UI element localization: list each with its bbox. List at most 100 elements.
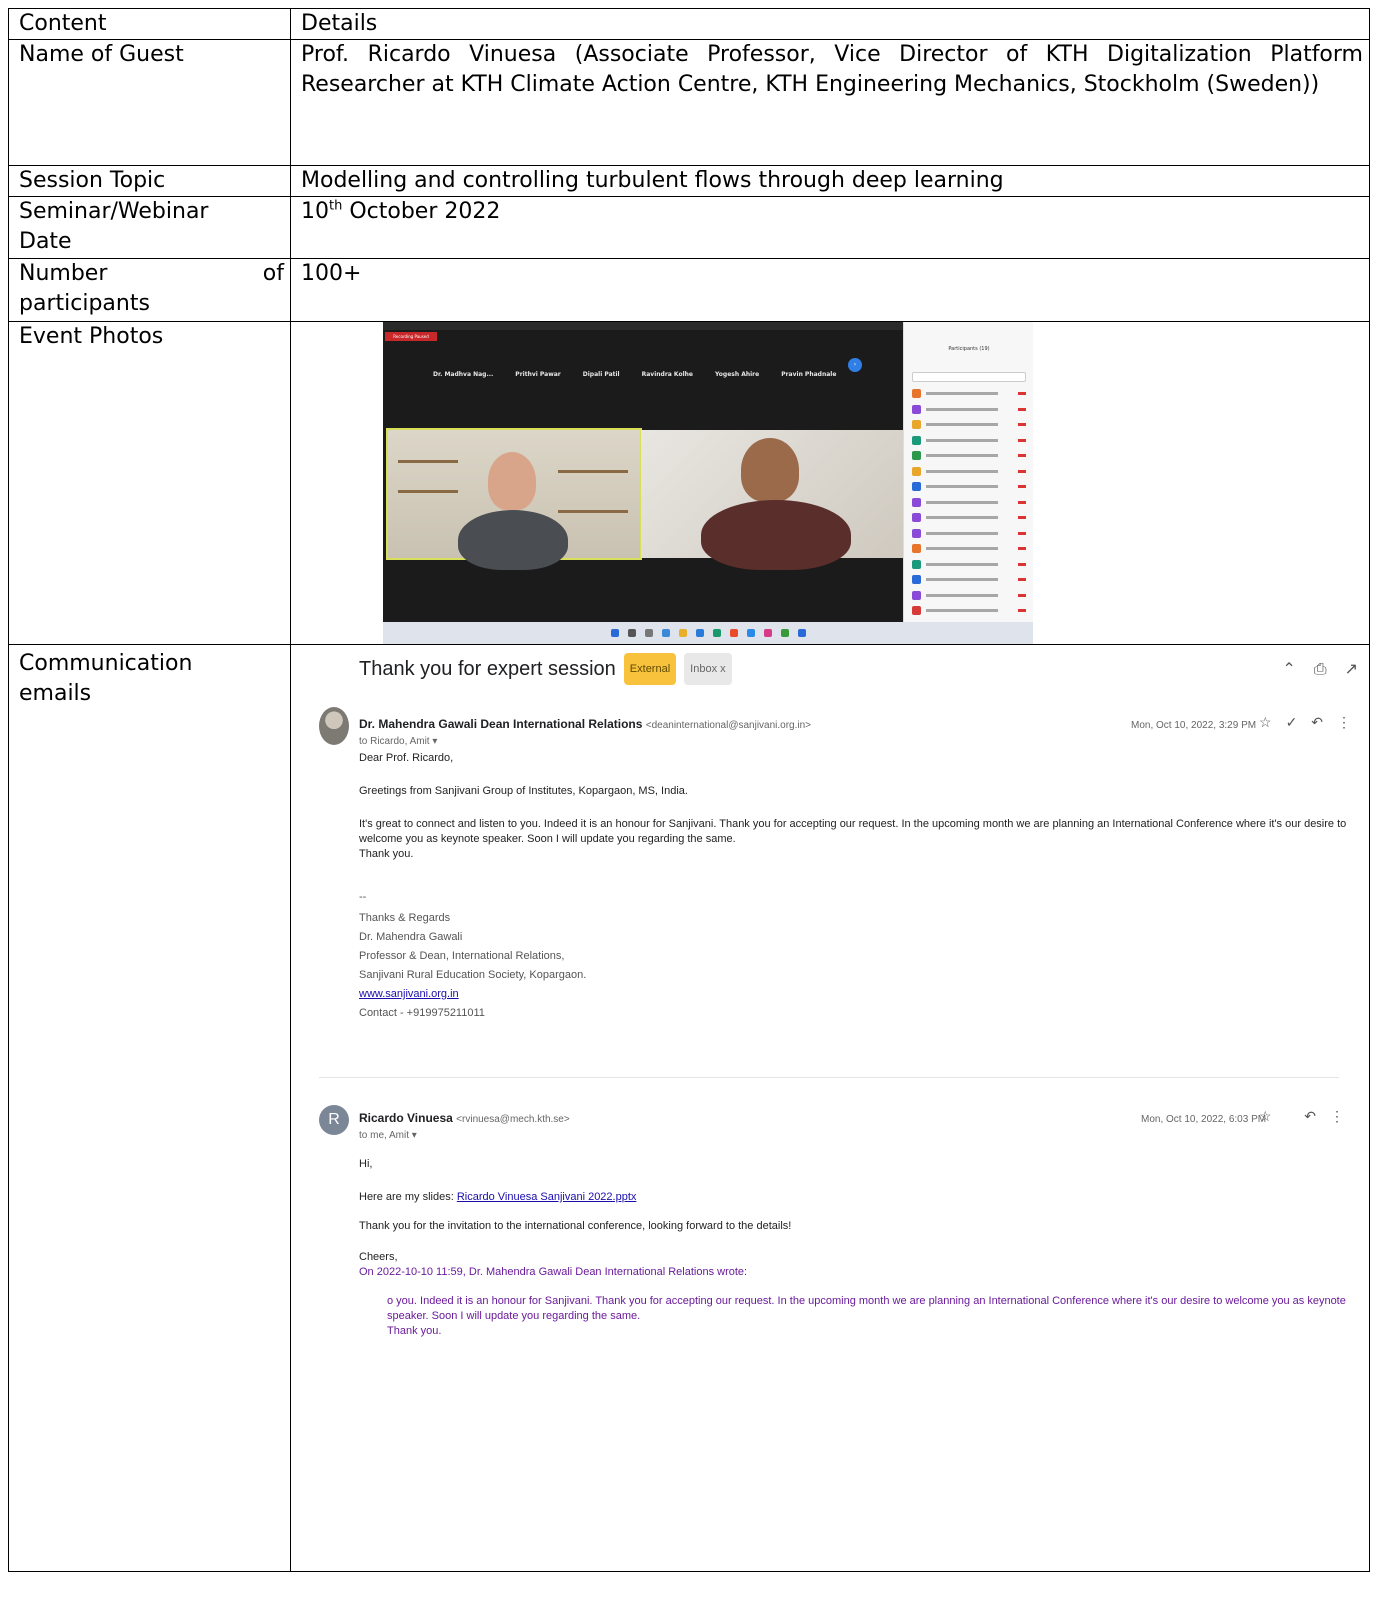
participant-name: Dipali Patil	[582, 371, 620, 378]
zoom-app-icon	[746, 629, 755, 637]
participant-name-bar	[926, 454, 998, 458]
email2-date: Mon, Oct 10, 2022, 6:03 PM	[1141, 1114, 1267, 1125]
collapse-icon[interactable]: ⌃	[1282, 655, 1295, 685]
search-icon	[627, 629, 636, 637]
participant-avatar	[912, 575, 921, 585]
participant-row	[912, 557, 1026, 573]
app-icon	[763, 629, 772, 637]
participant-name: Pravin Phadnale	[781, 371, 837, 378]
quote-header: On 2022-10-10 11:59, Dr. Mahendra Gawali…	[359, 1266, 748, 1278]
email2-cheers: Cheers,	[359, 1251, 398, 1263]
participants-panel: Participants (19)	[903, 322, 1033, 631]
participant-name-bar	[926, 500, 998, 504]
participant-name-strip: Dr. Madhva Nag... Prithvi Pawar Dipali P…	[433, 360, 873, 390]
email-divider	[319, 1077, 1339, 1078]
participant-avatar	[912, 466, 921, 476]
store-icon	[695, 629, 704, 637]
participant-name-bar	[926, 609, 998, 613]
mic-muted-icon	[1018, 485, 1026, 489]
participant-search-input[interactable]	[912, 372, 1026, 382]
star-icon[interactable]: ☆	[1259, 1101, 1272, 1131]
zoom-titlebar	[383, 322, 909, 330]
photos-label: Event Photos	[8, 321, 291, 645]
inbox-tag[interactable]: Inbox x	[684, 653, 732, 685]
more-options-icon[interactable]: ⋮	[1330, 1101, 1344, 1131]
participant-name-bar	[926, 547, 998, 551]
zoom-meeting-screenshot: Recording Paused Dr. Madhva Nag... Prith…	[383, 322, 1033, 644]
mic-muted-icon	[1018, 407, 1026, 411]
participant-avatar	[912, 590, 921, 600]
topic-value: Modelling and controlling turbulent flow…	[290, 165, 1370, 197]
reply-icon[interactable]: ↶	[1304, 1101, 1316, 1131]
quote-body: o you. Indeed it is an honour for Sanjiv…	[387, 1295, 1346, 1322]
participant-row	[912, 464, 1026, 480]
participant-name: Prithvi Pawar	[515, 371, 561, 378]
participants-label-word2: of	[262, 261, 284, 286]
participant-name-bar	[926, 407, 998, 411]
email2-to[interactable]: to me, Amit ▾	[359, 1121, 417, 1151]
participant-row	[912, 433, 1026, 449]
participants-label-line2: participants	[19, 291, 150, 316]
email2-hi: Hi,	[359, 1158, 373, 1170]
email1-sig3: Professor & Dean, International Relation…	[359, 950, 565, 962]
participant-name-bar	[926, 392, 998, 396]
participant-row	[912, 386, 1026, 402]
participant-name-bar	[926, 578, 998, 582]
shelf-graphic	[558, 510, 628, 513]
date-label-line2: Date	[19, 229, 72, 254]
email2-address: <rvinuesa@mech.kth.se>	[456, 1114, 570, 1125]
date-day: 10	[301, 199, 329, 224]
email2-slides: Here are my slides: Ricardo Vinuesa Sanj…	[359, 1190, 1359, 1205]
participant-name-bar	[926, 593, 998, 597]
start-icon	[610, 629, 619, 637]
shelf-graphic	[398, 490, 458, 493]
slides-link[interactable]: Ricardo Vinuesa Sanjivani 2022.pptx	[457, 1191, 637, 1203]
person-body	[458, 510, 568, 570]
email1-sig4: Sanjivani Rural Education Society, Kopar…	[359, 969, 587, 981]
participant-avatar	[912, 544, 921, 554]
table-row-participants: Number of participants 100+	[8, 258, 1370, 322]
star-icon[interactable]: ☆	[1259, 707, 1272, 737]
participant-avatar	[912, 482, 921, 492]
event-report-table: Content Details Name of Guest Prof. Rica…	[8, 8, 1370, 1572]
date-rest: October 2022	[342, 199, 501, 224]
participant-avatar	[912, 420, 921, 430]
mic-muted-icon	[1018, 500, 1026, 504]
email2-thanks: Thank you for the invitation to the inte…	[359, 1220, 792, 1232]
participants-panel-title: Participants (19)	[948, 346, 990, 352]
participant-avatar	[912, 404, 921, 414]
email1-contact: Contact - +919975211011	[359, 1007, 485, 1019]
print-icon[interactable]: ⎙	[1314, 655, 1327, 685]
photos-cell: Recording Paused Dr. Madhva Nag... Prith…	[290, 321, 1370, 645]
emails-cell: Thank you for expert session External In…	[290, 644, 1370, 1572]
table-row-emails: Communication emails Thank you for exper…	[8, 644, 1370, 1572]
email1-sig2: Dr. Mahendra Gawali	[359, 931, 463, 943]
website-link[interactable]: www.sanjivani.org.in	[359, 988, 459, 1000]
participant-name: Ravindra Kolhe	[641, 371, 693, 378]
reply-icon[interactable]: ↶	[1311, 707, 1323, 737]
emails-label-line2: emails	[19, 681, 92, 706]
email2-actions: ☆ · ↶ ⋮	[1259, 1101, 1344, 1131]
sender-avatar: R	[319, 1105, 349, 1135]
email-subject-bar: Thank you for expert session External In…	[359, 653, 732, 685]
participant-avatar	[912, 528, 921, 538]
participant-avatar	[912, 559, 921, 569]
email1-line3: Thank you.	[359, 848, 414, 860]
participant-name: Dr. Madhva Nag...	[433, 371, 494, 378]
participant-name: Yogesh Ahire	[714, 371, 760, 378]
participant-row	[912, 479, 1026, 495]
emails-label-line1: Communication	[19, 651, 193, 676]
participant-row	[912, 572, 1026, 588]
react-icon[interactable]: ✓	[1286, 707, 1298, 737]
recording-badge: Recording Paused	[385, 332, 437, 341]
more-options-icon[interactable]: ⋮	[1337, 707, 1351, 737]
shelf-graphic	[398, 460, 458, 463]
table-row-guest: Name of Guest Prof. Ricardo Vinuesa (Ass…	[8, 39, 1370, 166]
slides-prefix: Here are my slides:	[359, 1191, 457, 1203]
taskview-icon	[644, 629, 653, 637]
participant-name-bar	[926, 423, 998, 427]
open-new-window-icon[interactable]: ↗	[1345, 655, 1358, 685]
participant-name-bar	[926, 485, 998, 489]
folder-icon	[678, 629, 687, 637]
participants-label-line1: Number of	[19, 259, 284, 289]
